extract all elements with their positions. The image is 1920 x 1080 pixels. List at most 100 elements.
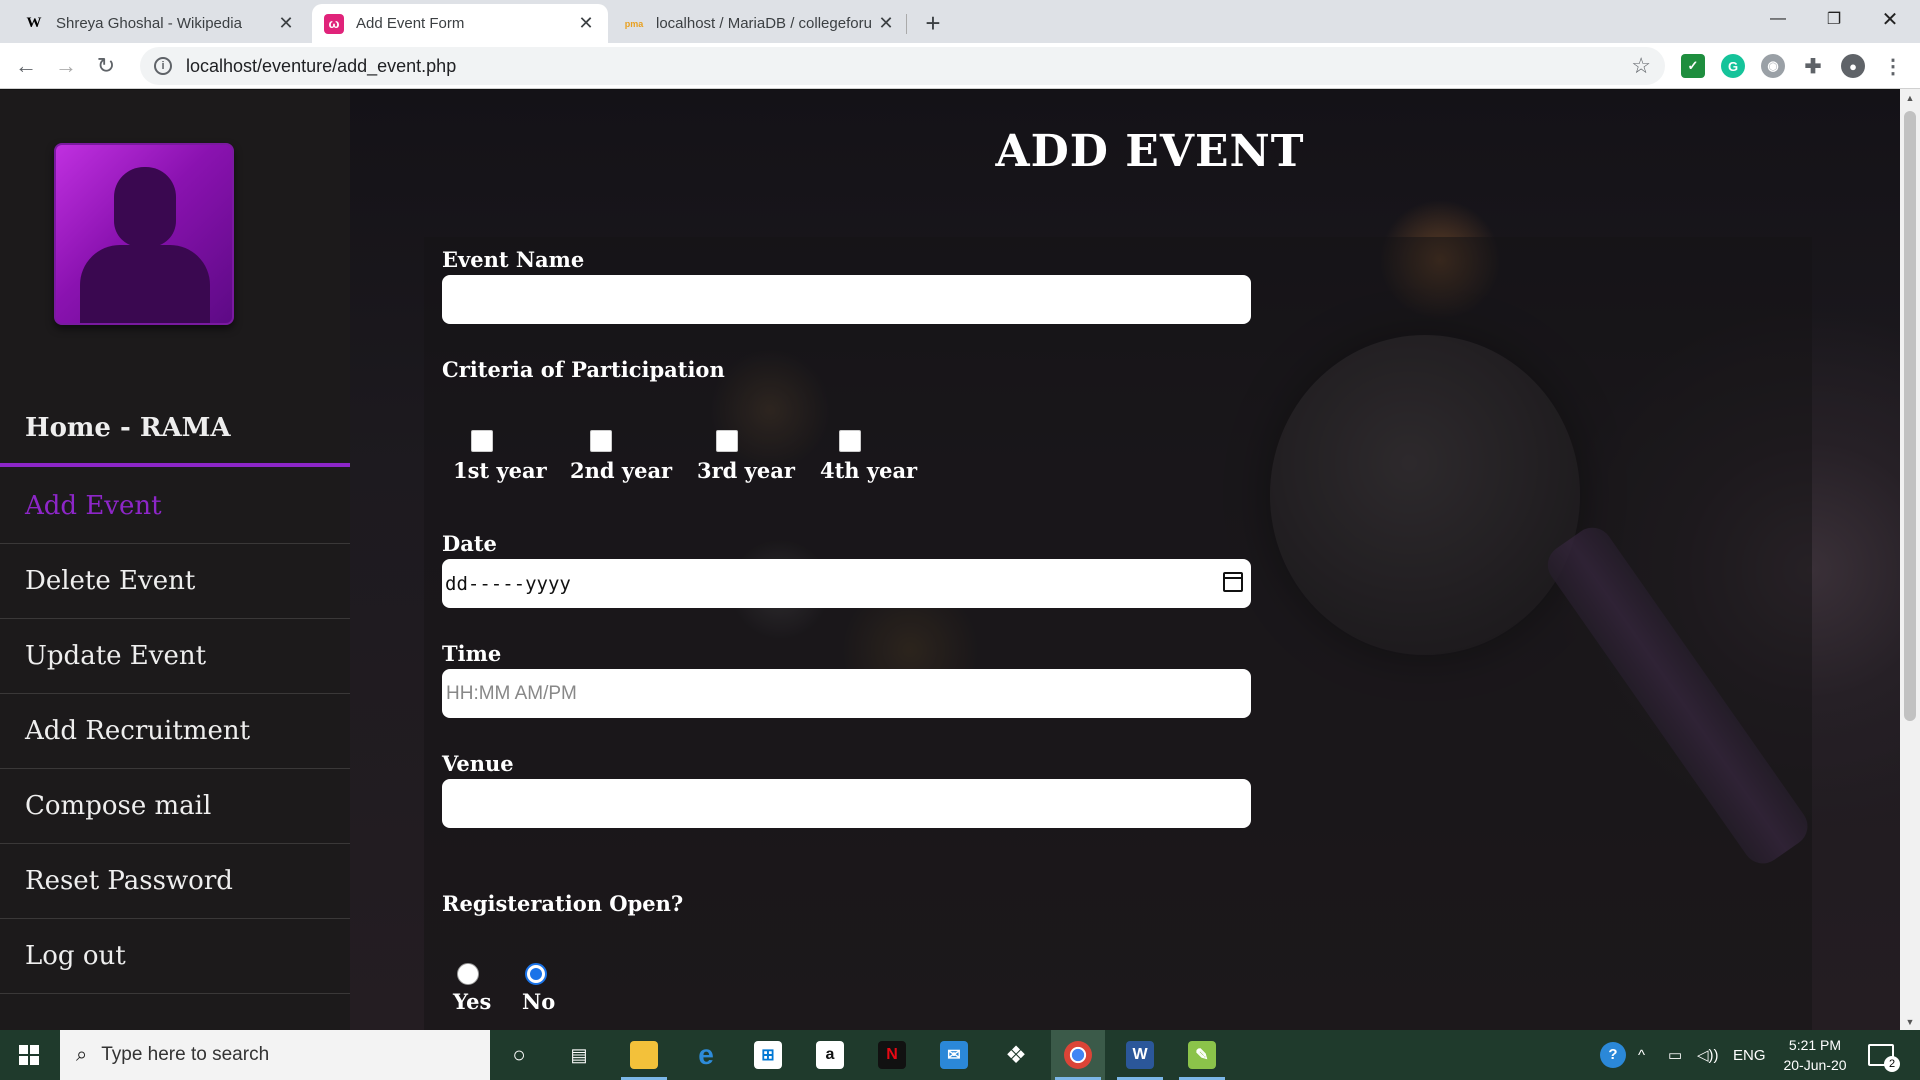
tab-wikipedia[interactable]: W Shreya Ghoshal - Wikipedia ✕ [12,4,308,43]
site-info-icon[interactable]: i [154,57,172,75]
event-name-input[interactable] [442,275,1251,324]
clock-date: 20-Jun-20 [1783,1057,1847,1073]
clock-time: 5:21 PM [1788,1037,1842,1053]
browser-tab-strip: W Shreya Ghoshal - Wikipedia ✕ ω Add Eve… [0,0,1920,43]
edge-browser-icon[interactable]: e [679,1030,733,1080]
page-scrollbar[interactable]: ▲ ▼ [1900,89,1920,1030]
scroll-down-arrow-icon[interactable]: ▼ [1900,1013,1920,1030]
criteria-1st-year-checkbox[interactable] [471,430,493,452]
tray-chevron-up-icon[interactable]: ^ [1638,1030,1645,1080]
wikipedia-favicon-icon: W [26,15,42,31]
registration-yes-radio[interactable] [457,963,479,985]
sidebar-item-compose-mail[interactable]: Compose mail [0,769,350,844]
registration-label: Registeration Open? [442,891,684,916]
restore-icon[interactable]: ❐ [1806,0,1862,38]
taskbar-search-box[interactable]: ⌕ Type here to search [60,1030,490,1080]
criteria-option-label: 2nd year [570,458,673,483]
browser-toolbar: ← → ↻ i localhost/eventure/add_event.php… [0,43,1920,89]
notification-center-icon[interactable]: 2 [1868,1030,1900,1080]
grammarly-extension-icon[interactable]: G [1721,54,1745,78]
search-icon: ⌕ [76,1043,88,1066]
shield-extension-icon[interactable]: ✓ [1681,54,1705,78]
volume-icon[interactable]: ◁)) [1697,1030,1719,1080]
site-favicon-icon: ω [324,13,344,34]
cortana-circle-icon[interactable]: ○ [492,1030,546,1080]
sidebar-item-label: Reset Password [25,866,233,896]
criteria-option-label: 1st year [453,458,547,483]
word-icon[interactable]: W [1113,1030,1167,1080]
address-bar[interactable]: i localhost/eventure/add_event.php ☆ [140,47,1665,85]
help-icon[interactable]: ? [1600,1030,1626,1080]
windows-taskbar: ⌕ Type here to search ○ ▤ e ⊞ a N ✉ ❖ W … [0,1030,1920,1080]
task-view-icon[interactable]: ▤ [552,1030,606,1080]
profile-avatar-icon[interactable]: ● [1841,54,1865,78]
url-text: localhost/eventure/add_event.php [186,55,457,76]
time-input[interactable]: HH:MM AM/PM [442,669,1251,718]
date-input[interactable]: dd-----yyyy [442,559,1251,608]
amazon-icon[interactable]: a [803,1030,857,1080]
browser-menu-icon[interactable]: ⋮ [1881,54,1905,78]
page-content: Home - RAMA Add Event Delete Event Updat… [0,90,1900,1030]
criteria-3rd-year-checkbox[interactable] [716,430,738,452]
mail-icon[interactable]: ✉ [927,1030,981,1080]
time-label: Time [442,641,502,666]
sidebar-item-delete-event[interactable]: Delete Event [0,544,350,619]
time-placeholder: HH:MM AM/PM [446,682,577,704]
sidebar-item-label: Delete Event [25,566,196,596]
criteria-label: Criteria of Participation [442,357,725,382]
taskbar-clock[interactable]: 5:21 PM 20-Jun-20 [1770,1035,1860,1075]
calendar-icon[interactable] [1223,572,1243,592]
windows-logo-icon [19,1045,39,1065]
criteria-option-label: 4th year [820,458,918,483]
scroll-up-arrow-icon[interactable]: ▲ [1900,89,1920,106]
tab-phpmyadmin[interactable]: pma localhost / MariaDB / collegeforu ✕ [612,4,908,43]
scrollbar-thumb[interactable] [1904,111,1916,721]
venue-input[interactable] [442,779,1251,828]
minimize-icon[interactable]: — [1750,0,1806,38]
bookmark-star-icon[interactable]: ☆ [1631,53,1651,79]
battery-icon[interactable]: ▭ [1668,1030,1682,1080]
tab-close-icon[interactable]: ✕ [876,13,896,34]
notepad-plus-icon[interactable]: ✎ [1175,1030,1229,1080]
netflix-icon[interactable]: N [865,1030,919,1080]
start-button[interactable] [0,1030,58,1080]
tab-title: Shreya Ghoshal - Wikipedia [56,15,242,32]
avatar-body [80,245,210,323]
tab-close-icon[interactable]: ✕ [276,13,296,34]
dropbox-icon[interactable]: ❖ [989,1030,1043,1080]
forward-arrow-icon[interactable]: → [50,50,82,82]
sidebar-item-log-out[interactable]: Log out [0,919,350,994]
sidebar-item-update-event[interactable]: Update Event [0,619,350,694]
back-arrow-icon[interactable]: ← [10,50,42,82]
venue-label: Venue [442,751,514,776]
sidebar-item-label: Home - RAMA [25,412,231,443]
microsoft-store-icon[interactable]: ⊞ [741,1030,795,1080]
reload-icon[interactable]: ↻ [90,50,122,82]
criteria-2nd-year-checkbox[interactable] [590,430,612,452]
sidebar-item-label: Add Event [25,491,162,521]
sidebar-item-label: Update Event [25,641,207,671]
user-avatar-icon [54,143,234,325]
registration-option-label: Yes [453,989,492,1014]
sidebar-item-add-recruitment[interactable]: Add Recruitment [0,694,350,769]
window-close-icon[interactable]: ✕ [1862,0,1918,38]
criteria-option-label: 3rd year [697,458,795,483]
taskbar-search-placeholder: Type here to search [101,1044,270,1065]
new-tab-plus-icon[interactable]: + [918,8,948,38]
notification-count-badge: 2 [1884,1056,1900,1072]
phpmyadmin-favicon-icon: pma [624,18,644,29]
criteria-4th-year-checkbox[interactable] [839,430,861,452]
file-explorer-icon[interactable] [617,1030,671,1080]
registration-no-radio[interactable] [525,963,547,985]
extensions-puzzle-icon[interactable]: ✚ [1801,54,1825,78]
sidebar-item-add-event[interactable]: Add Event [0,469,350,544]
language-indicator[interactable]: ENG [1733,1030,1766,1080]
tab-add-event-form[interactable]: ω Add Event Form ✕ [312,4,608,43]
sidebar-item-home[interactable]: Home - RAMA [0,392,350,467]
sidebar-item-label: Log out [25,941,126,971]
circle-extension-icon[interactable]: ◉ [1761,54,1785,78]
sidebar-item-reset-password[interactable]: Reset Password [0,844,350,919]
registration-option-label: No [522,989,556,1014]
chrome-icon[interactable] [1051,1030,1105,1080]
tab-close-icon[interactable]: ✕ [576,13,596,34]
